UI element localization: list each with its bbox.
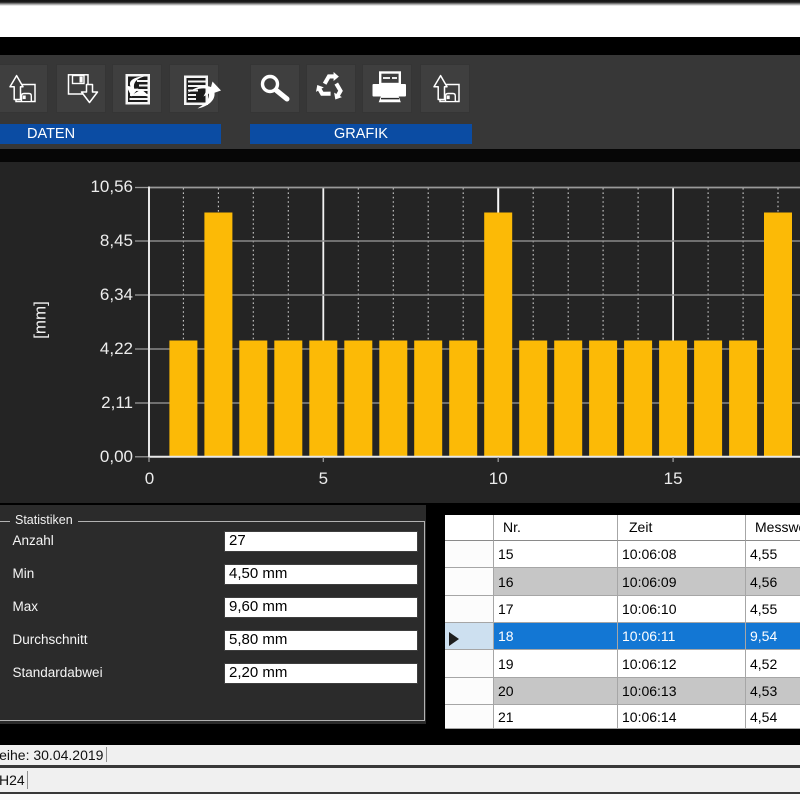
svg-text:8,45: 8,45: [100, 231, 133, 250]
svg-text:5: 5: [319, 469, 328, 488]
svg-text:6,34: 6,34: [100, 285, 133, 304]
svg-text:0,00: 0,00: [100, 447, 133, 466]
svg-text:[mm]: [mm]: [31, 301, 50, 339]
svg-text:10,56: 10,56: [90, 177, 133, 196]
svg-text:2,11: 2,11: [101, 393, 133, 412]
svg-text:10: 10: [489, 469, 508, 488]
svg-text:4,22: 4,22: [100, 339, 133, 358]
svg-text:0: 0: [145, 469, 154, 488]
svg-text:15: 15: [664, 469, 683, 488]
